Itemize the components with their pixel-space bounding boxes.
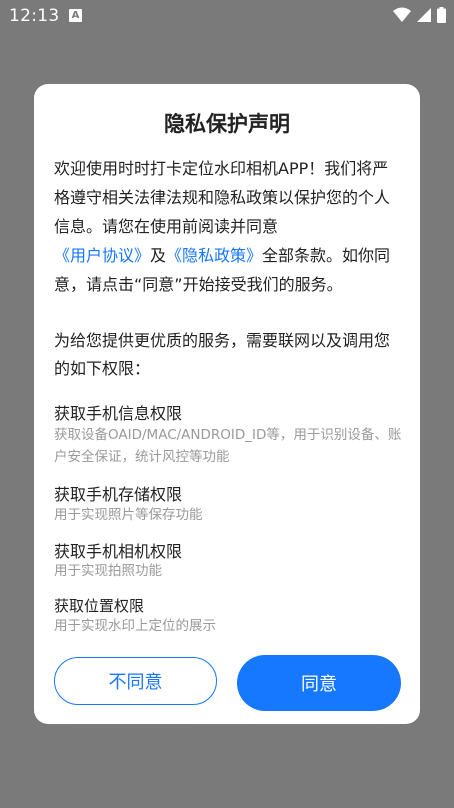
wifi-icon: [393, 7, 411, 22]
permission-desc-camera: 用于实现拍照功能: [54, 563, 162, 579]
notification-a-icon: A: [69, 9, 82, 22]
status-bar: 12:13 A: [0, 0, 454, 32]
user-agreement-link[interactable]: 《用户协议》: [54, 246, 150, 265]
permission-desc-storage: 用于实现照片等保存功能: [54, 507, 203, 523]
permission-title-location: 获取位置权限: [54, 597, 145, 615]
agree-button[interactable]: 同意: [237, 655, 401, 711]
permission-title-camera: 获取手机相机权限: [54, 542, 183, 561]
privacy-dialog: 隐私保护声明 欢迎使用时时打卡定位水印相机APP！我们将严格遵守相关法律法规和隐…: [34, 84, 420, 724]
permission-title-phone-info: 获取手机信息权限: [54, 404, 183, 423]
intro-part1: 欢迎使用时时打卡定位水印相机APP！我们将严格遵守相关法律法规和隐私政策以保护您…: [54, 159, 391, 236]
privacy-policy-link[interactable]: 《隐私政策》: [166, 246, 262, 265]
status-time: 12:13: [9, 6, 60, 26]
permissions-intro: 为给您提供更优质的服务，需要联网以及调用您的如下权限：: [54, 331, 391, 378]
permission-title-storage: 获取手机存储权限: [54, 485, 183, 504]
signal-icon: [417, 8, 431, 22]
permission-desc-phone-info: 获取设备OAID/MAC/ANDROID_ID等，用于识别设备、账户安全保证，统…: [54, 427, 402, 465]
dialog-title: 隐私保护声明: [164, 112, 290, 136]
permission-desc-location: 用于实现水印上定位的展示: [54, 618, 216, 634]
battery-icon: [437, 7, 446, 23]
system-icons: [393, 7, 446, 23]
decline-button[interactable]: 不同意: [54, 657, 217, 705]
intro-and: 及: [150, 246, 167, 265]
intro-text: 欢迎使用时时打卡定位水印相机APP！我们将严格遵守相关法律法规和隐私政策以保护您…: [54, 154, 402, 299]
